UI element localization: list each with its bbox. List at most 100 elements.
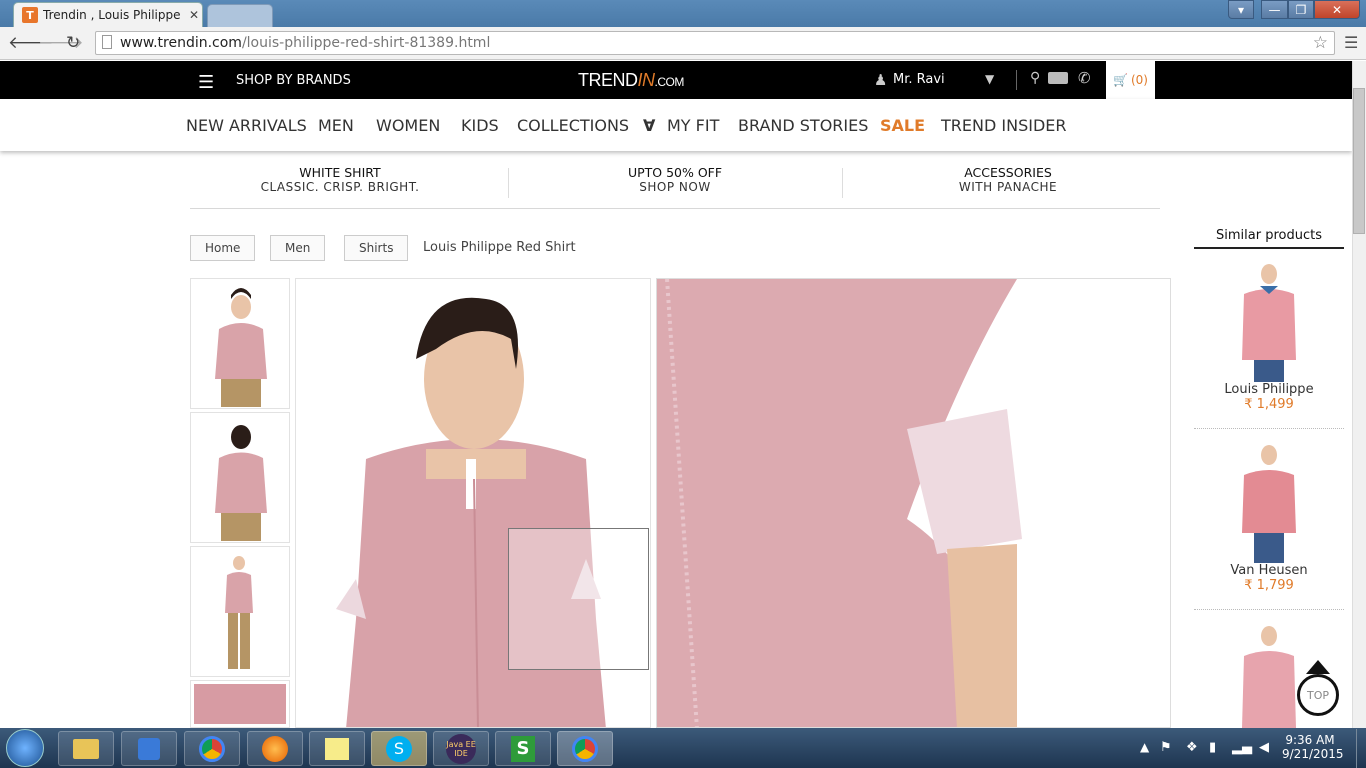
- sticky-notes-icon[interactable]: [309, 731, 365, 766]
- clock-date: 9/21/2015: [1282, 747, 1344, 761]
- nav-new-arrivals[interactable]: NEW ARRIVALS: [186, 116, 307, 135]
- logo-accent: IN: [637, 70, 656, 90]
- spreadsheet-app-icon[interactable]: S: [495, 731, 551, 766]
- phone-icon[interactable]: ✆: [1078, 69, 1091, 87]
- promo-divider: [508, 168, 509, 198]
- breadcrumb-men[interactable]: Men: [270, 235, 326, 261]
- chrome-active-icon[interactable]: [557, 731, 613, 766]
- fabric-detail-image: [194, 684, 286, 724]
- similar-product-image: [1242, 626, 1296, 728]
- product-thumbnail-back[interactable]: [190, 412, 290, 543]
- breadcrumb-home[interactable]: Home: [190, 235, 256, 261]
- breadcrumb-shirts[interactable]: Shirts: [344, 235, 409, 261]
- media-player-icon[interactable]: [121, 731, 177, 766]
- trendin-logo[interactable]: TRENDIN.COM: [578, 70, 684, 91]
- nav-trend-insider[interactable]: TREND INSIDER: [941, 116, 1066, 135]
- clock-time: 9:36 AM: [1285, 733, 1335, 747]
- zoomed-sleeve-image: [657, 279, 1170, 727]
- firefox-icon[interactable]: [247, 731, 303, 766]
- similar-product-louis-philippe[interactable]: Louis Philippe ₹ 1,499: [1194, 260, 1344, 412]
- nav-kids[interactable]: KIDS: [461, 116, 499, 135]
- similar-divider: [1194, 609, 1344, 610]
- product-thumbnail-full[interactable]: [190, 546, 290, 677]
- cart-icon: 🛒: [1113, 73, 1128, 87]
- breadcrumb-current: Louis Philippe Red Shirt: [423, 240, 576, 255]
- tab-title: Trendin , Louis Philippe Re: [43, 8, 183, 22]
- trendin-favicon-icon: T: [22, 7, 38, 23]
- nav-sale[interactable]: SALE: [880, 116, 925, 135]
- battery-icon[interactable]: ▮: [1209, 740, 1216, 755]
- promo-subtitle: SHOP NOW: [639, 180, 711, 194]
- close-window-button[interactable]: ✕: [1314, 0, 1360, 19]
- similar-product-image: [1242, 264, 1296, 382]
- logo-main: TREND: [578, 70, 638, 90]
- user-icon: ♟: [874, 71, 888, 89]
- model-front-image: [215, 288, 267, 407]
- nav-women[interactable]: WOMEN: [376, 116, 440, 135]
- file-explorer-icon[interactable]: [58, 731, 114, 766]
- logo-suffix: .COM: [654, 75, 685, 89]
- chrome-icon[interactable]: [184, 731, 240, 766]
- promo-sale[interactable]: UPTO 50% OFF SHOP NOW: [525, 165, 825, 195]
- promo-subtitle: WITH PANACHE: [958, 180, 1058, 194]
- bookmark-star-icon[interactable]: ☆: [1313, 33, 1328, 53]
- similar-product-image: [1242, 445, 1296, 563]
- location-pin-icon[interactable]: ⚲: [1030, 70, 1040, 86]
- cart-button[interactable]: 🛒 (0): [1106, 61, 1155, 99]
- address-bar[interactable]: www.trendin.com/louis-philippe-red-shirt…: [95, 31, 1335, 55]
- minimize-button[interactable]: —: [1261, 0, 1288, 19]
- product-zoom-view: [656, 278, 1171, 728]
- tab-close-icon[interactable]: ✕: [189, 8, 199, 22]
- similar-product-name: Van Heusen: [1230, 563, 1308, 578]
- java-ee-ide-icon[interactable]: Java EE IDE: [433, 731, 489, 766]
- promo-title: UPTO 50% OFF: [627, 165, 723, 180]
- system-clock[interactable]: 9:36 AM 9/21/2015: [1282, 733, 1344, 761]
- maximize-button[interactable]: ❐: [1288, 0, 1314, 19]
- action-center-icon[interactable]: ⚑: [1160, 740, 1172, 755]
- model-back-image: [215, 425, 267, 541]
- nav-brand-stories[interactable]: BRAND STORIES: [738, 116, 868, 135]
- show-desktop-button[interactable]: [1356, 729, 1366, 768]
- user-profile-icon[interactable]: ▾: [1228, 0, 1254, 19]
- similar-product-van-heusen[interactable]: Van Heusen ₹ 1,799: [1194, 441, 1344, 593]
- promo-divider: [842, 168, 843, 198]
- promo-white-shirt[interactable]: WHITE SHIRT CLASSIC. CRISP. BRIGHT.: [190, 165, 490, 195]
- similar-products-title: Similar products: [1194, 228, 1344, 249]
- menu-icon[interactable]: ☰: [1344, 33, 1358, 52]
- browser-tab-active[interactable]: T Trendin , Louis Philippe Re ✕: [13, 2, 203, 27]
- hamburger-menu-icon[interactable]: ☰: [198, 72, 214, 93]
- skype-icon[interactable]: S: [371, 731, 427, 766]
- promo-title: WHITE SHIRT: [299, 165, 381, 180]
- cart-count: (0): [1130, 73, 1148, 87]
- similar-divider: [1194, 428, 1344, 429]
- product-thumbnail-front[interactable]: [190, 278, 290, 409]
- delivery-truck-icon[interactable]: [1048, 72, 1068, 84]
- scrollbar-thumb[interactable]: [1353, 88, 1365, 234]
- nav-my-fit[interactable]: MY FIT: [667, 116, 719, 135]
- reload-icon[interactable]: ↻: [66, 33, 80, 53]
- zoom-lens[interactable]: [508, 528, 649, 670]
- show-hidden-icons[interactable]: ▲: [1140, 740, 1149, 754]
- network-signal-icon[interactable]: ▂▄: [1232, 740, 1252, 755]
- similar-product-price: ₹ 1,799: [1244, 578, 1294, 593]
- url-path: /louis-philippe-red-shirt-81389.html: [241, 35, 491, 51]
- header-divider: [1016, 70, 1017, 90]
- promo-accessories[interactable]: ACCESSORIES WITH PANACHE: [858, 166, 1158, 195]
- promo-subtitle: CLASSIC. CRISP. BRIGHT.: [260, 180, 420, 194]
- up-arrow-icon: [1306, 660, 1330, 674]
- shop-by-brands-link[interactable]: SHOP BY BRANDS: [236, 73, 351, 88]
- dropbox-icon[interactable]: ❖: [1186, 740, 1198, 755]
- product-thumbnail-detail[interactable]: [190, 680, 290, 728]
- similar-product-price: ₹ 1,499: [1244, 397, 1294, 412]
- model-full-image: [225, 556, 253, 669]
- user-name[interactable]: Mr. Ravi: [893, 72, 945, 87]
- volume-icon[interactable]: ◀: [1259, 740, 1269, 755]
- nav-men[interactable]: MEN: [318, 116, 354, 135]
- my-fit-icon: ∀: [643, 116, 656, 135]
- browser-new-tab[interactable]: [207, 4, 273, 27]
- back-to-top-button[interactable]: TOP: [1297, 674, 1339, 716]
- windows-start-button[interactable]: [6, 729, 44, 767]
- nav-collections[interactable]: COLLECTIONS: [517, 116, 629, 135]
- chevron-down-icon[interactable]: ▼: [985, 72, 994, 86]
- similar-product-name: Louis Philippe: [1224, 382, 1314, 397]
